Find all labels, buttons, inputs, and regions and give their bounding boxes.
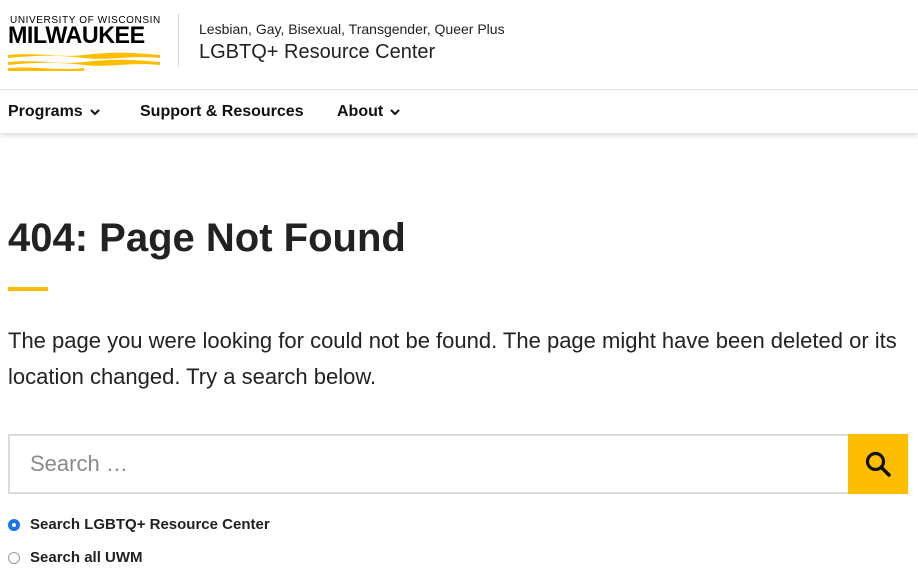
chevron-down-icon bbox=[390, 109, 400, 115]
search-option-site[interactable]: Search LGBTQ+ Resource Center bbox=[8, 516, 270, 533]
logo-milwaukee-text: MILWAUKEE bbox=[8, 22, 145, 49]
not-found-message: The page you were looking for could not … bbox=[8, 328, 897, 389]
radio-unselected[interactable] bbox=[8, 551, 20, 564]
site-header: UNIVERSITY OF WISCONSIN MILWAUKEE Lesbia… bbox=[0, 0, 918, 90]
radio-selected[interactable] bbox=[8, 518, 20, 531]
uwm-logo[interactable]: UNIVERSITY OF WISCONSIN MILWAUKEE bbox=[8, 15, 160, 71]
site-title[interactable]: LGBTQ+ Resource Center bbox=[199, 41, 435, 64]
nav-item-support-resources[interactable]: Support & Resources bbox=[140, 90, 304, 134]
search-option-label: Search all UWM bbox=[30, 549, 143, 566]
search-button[interactable] bbox=[848, 434, 908, 494]
search-option-all-uwm[interactable]: Search all UWM bbox=[8, 549, 143, 566]
nav-item-label: Support & Resources bbox=[140, 103, 304, 120]
search-option-label: Search LGBTQ+ Resource Center bbox=[30, 516, 270, 533]
search-icon bbox=[865, 451, 891, 477]
page-title: 404: Page Not Found bbox=[8, 216, 406, 260]
site-subtitle: Lesbian, Gay, Bisexual, Transgender, Que… bbox=[199, 21, 505, 37]
search-box bbox=[8, 434, 850, 494]
nav-item-programs[interactable]: Programs bbox=[8, 90, 101, 134]
nav-item-label: About bbox=[337, 103, 384, 120]
logo-waves-icon bbox=[8, 52, 160, 71]
main-nav: Programs Support & Resources About bbox=[0, 90, 918, 134]
title-accent-rule bbox=[8, 287, 48, 291]
header-divider bbox=[178, 14, 179, 67]
search-input[interactable] bbox=[10, 436, 850, 492]
chevron-down-icon bbox=[90, 109, 100, 115]
nav-item-about[interactable]: About bbox=[337, 90, 401, 134]
nav-item-label: Programs bbox=[8, 103, 83, 120]
